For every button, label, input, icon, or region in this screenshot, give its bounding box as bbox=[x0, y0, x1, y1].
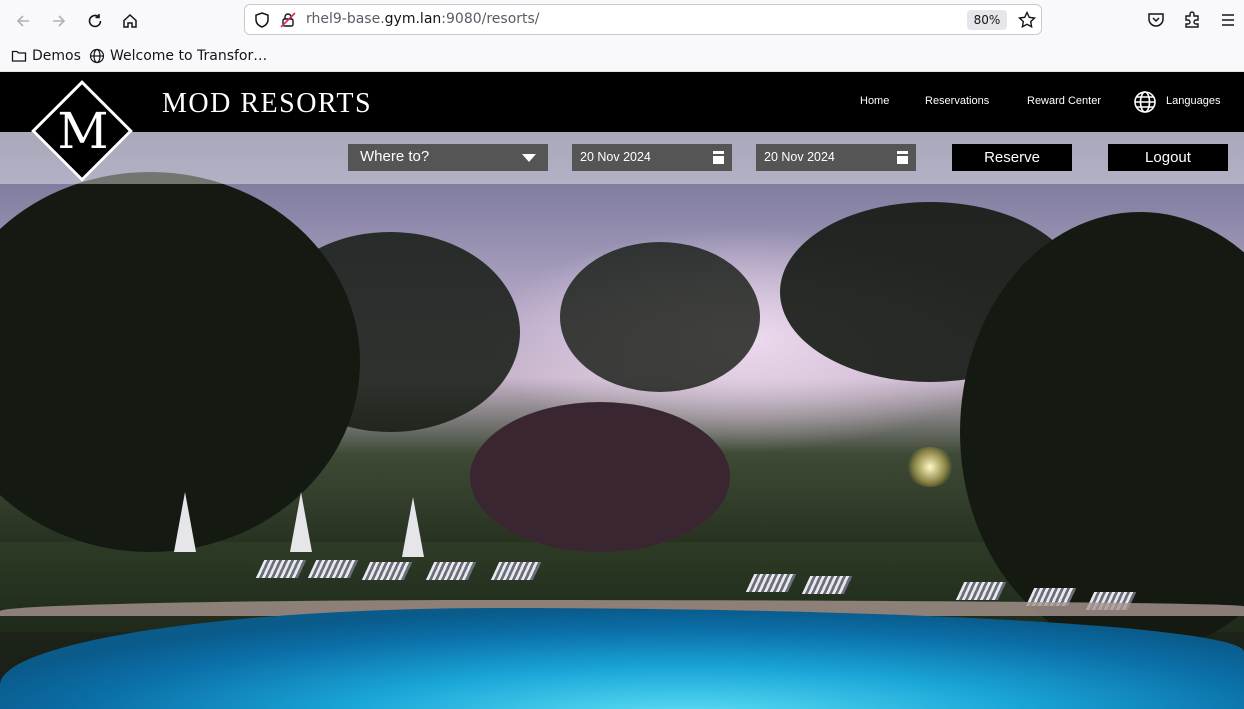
nav-reward-center[interactable]: Reward Center bbox=[1027, 95, 1101, 107]
nav-reservations[interactable]: Reservations bbox=[925, 95, 989, 107]
hero-lounge-chair bbox=[307, 560, 359, 578]
url-host: gym.lan bbox=[384, 11, 442, 27]
logout-button[interactable]: Logout bbox=[1108, 144, 1228, 171]
reserve-button[interactable]: Reserve bbox=[952, 144, 1072, 171]
menu-icon[interactable] bbox=[1218, 10, 1238, 30]
hero-palm-center bbox=[560, 242, 760, 392]
reload-icon bbox=[88, 14, 102, 28]
hero-lounge-chair bbox=[255, 560, 307, 578]
bookmark-welcome-label: Welcome to Transfor… bbox=[110, 48, 268, 64]
hero-umbrella bbox=[402, 497, 424, 557]
reload-button[interactable] bbox=[82, 8, 108, 34]
url-prefix: rhel9-base. bbox=[306, 11, 385, 27]
zoom-badge[interactable]: 80% bbox=[967, 10, 1007, 30]
hero-palm-mid bbox=[260, 232, 520, 432]
hero-lounge-chair bbox=[801, 576, 853, 594]
nav-home[interactable]: Home bbox=[860, 95, 889, 107]
hero-umbrella bbox=[174, 492, 196, 552]
back-arrow-icon bbox=[16, 15, 29, 27]
extensions-icon[interactable] bbox=[1182, 10, 1202, 30]
back-button[interactable] bbox=[10, 8, 36, 34]
bookmark-demos-label: Demos bbox=[32, 48, 81, 64]
bookmark-welcome[interactable]: Welcome to Transfor… bbox=[89, 47, 267, 65]
languages-globe-icon[interactable] bbox=[1133, 90, 1157, 114]
bookmark-demos[interactable]: Demos bbox=[11, 47, 81, 65]
checkin-date-input[interactable]: 20 Nov 2024 bbox=[572, 144, 732, 171]
checkout-date-value: 20 Nov 2024 bbox=[764, 150, 835, 164]
logo-letter: M bbox=[57, 102, 109, 160]
bookmarks-bar: Demos Welcome to Transfor… bbox=[0, 40, 1244, 72]
dropdown-caret-icon bbox=[522, 154, 536, 162]
forward-arrow-icon bbox=[53, 15, 66, 27]
globe-icon bbox=[89, 48, 105, 64]
site-header: MOD RESORTS Home Reservations Reward Cen… bbox=[0, 72, 1244, 132]
destination-select[interactable]: Where to? bbox=[348, 144, 548, 171]
hero-lounge-chair bbox=[490, 562, 542, 580]
destination-value: Where to? bbox=[360, 148, 430, 165]
hero-lounge-chair bbox=[955, 582, 1007, 600]
pocket-icon[interactable] bbox=[1146, 10, 1166, 30]
hero-umbrella bbox=[290, 492, 312, 552]
brand-title[interactable]: MOD RESORTS bbox=[162, 88, 372, 120]
hero-lounge-chair bbox=[745, 574, 797, 592]
insecure-lock-icon[interactable] bbox=[279, 11, 297, 29]
url-suffix: :9080/resorts/ bbox=[441, 11, 540, 27]
hero-lounge-chair bbox=[361, 562, 413, 580]
hero-lamp bbox=[905, 447, 955, 487]
url-bar[interactable]: rhel9-base.gym.lan:9080/resorts/ 80% bbox=[244, 4, 1042, 35]
calendar-icon[interactable] bbox=[897, 151, 908, 164]
home-icon bbox=[123, 13, 137, 28]
shield-icon[interactable] bbox=[253, 11, 271, 29]
forward-button[interactable] bbox=[46, 8, 72, 34]
folder-icon bbox=[11, 50, 27, 62]
home-button[interactable] bbox=[117, 8, 143, 34]
browser-toolbar: rhel9-base.gym.lan:9080/resorts/ 80% bbox=[0, 0, 1244, 40]
calendar-icon[interactable] bbox=[713, 151, 724, 164]
nav-languages[interactable]: Languages bbox=[1166, 95, 1220, 107]
page-content: MOD RESORTS Home Reservations Reward Cen… bbox=[0, 72, 1244, 709]
hero-lounge-chair bbox=[425, 562, 477, 580]
url-text[interactable]: rhel9-base.gym.lan:9080/resorts/ bbox=[306, 11, 540, 27]
checkin-date-value: 20 Nov 2024 bbox=[580, 150, 651, 164]
bookmark-star-icon[interactable] bbox=[1017, 10, 1037, 30]
checkout-date-input[interactable]: 20 Nov 2024 bbox=[756, 144, 916, 171]
hero-flowering-tree bbox=[470, 402, 730, 552]
